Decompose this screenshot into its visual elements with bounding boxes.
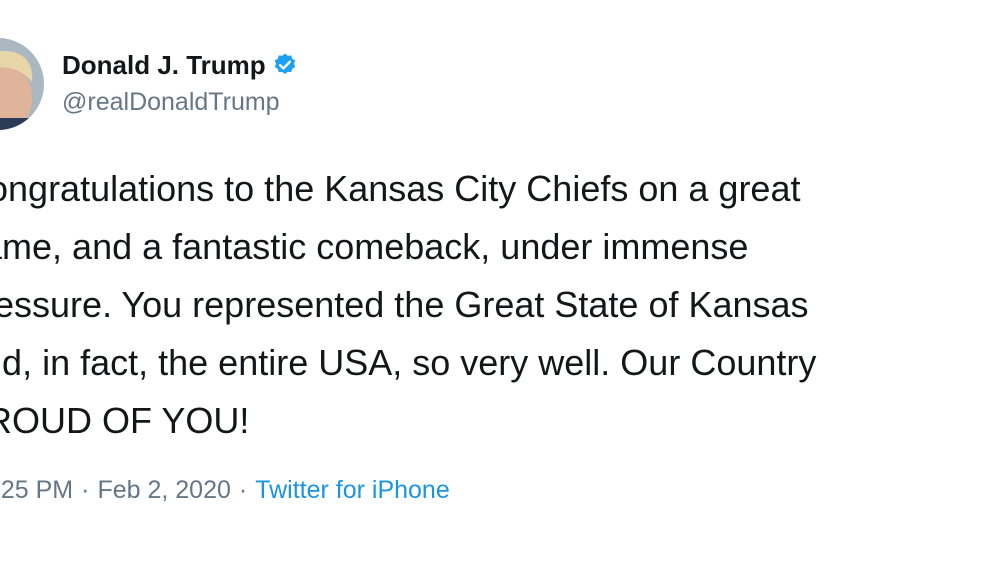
tweet-date[interactable]: Feb 2, 2020	[97, 476, 230, 504]
tweet-time[interactable]: 7:25 PM	[0, 476, 73, 504]
tweet-text-line: pressure. You represented the Great Stat…	[0, 284, 809, 325]
meta-separator: ·	[81, 476, 90, 504]
tweet-meta: 7:25 PM·Feb 2, 2020·Twitter for iPhone	[0, 476, 450, 505]
avatar[interactable]	[0, 38, 44, 130]
meta-separator: ·	[238, 476, 248, 504]
tweet-card: Donald J. Trump @realDonaldTrump Congrat…	[0, 0, 1000, 563]
tweet-text-line: PROUD OF YOU!	[0, 400, 250, 441]
tweet-header: Donald J. Trump @realDonaldTrump	[62, 48, 298, 117]
tweet-body: Congratulations to the Kansas City Chief…	[0, 160, 1000, 450]
user-handle[interactable]: @realDonaldTrump	[62, 88, 298, 117]
tweet-source-link[interactable]: Twitter for iPhone	[255, 476, 450, 504]
display-name[interactable]: Donald J. Trump	[62, 50, 266, 81]
tweet-text-line: game, and a fantastic comeback, under im…	[0, 226, 749, 267]
avatar-image	[0, 38, 44, 130]
tweet-text-line: Congratulations to the Kansas City Chief…	[0, 168, 801, 209]
verified-badge-icon	[272, 52, 298, 78]
name-row: Donald J. Trump	[62, 48, 298, 82]
tweet-text-line: and, in fact, the entire USA, so very we…	[0, 342, 817, 383]
